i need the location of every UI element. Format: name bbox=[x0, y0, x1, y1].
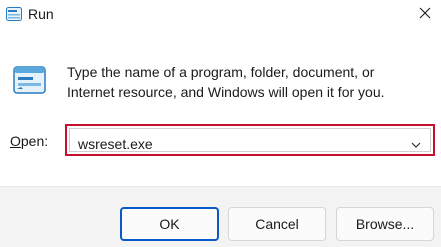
title-bar[interactable]: Run bbox=[0, 0, 441, 30]
open-input[interactable]: wsreset.exe bbox=[78, 135, 153, 153]
chevron-down-icon[interactable] bbox=[410, 137, 422, 148]
open-label-rest: pen: bbox=[20, 133, 49, 149]
description-line-1: Type the name of a program, folder, docu… bbox=[67, 64, 375, 80]
ok-button[interactable]: OK bbox=[120, 207, 219, 241]
open-combobox-frame: wsreset.exe bbox=[69, 128, 431, 152]
open-label-accelerator: O bbox=[10, 133, 21, 149]
dialog-description: Type the name of a program, folder, docu… bbox=[67, 62, 427, 102]
open-combobox[interactable]: wsreset.exe bbox=[65, 124, 435, 156]
run-app-icon bbox=[6, 7, 22, 21]
description-line-2: Internet resource, and Windows will open… bbox=[67, 84, 385, 100]
window-title: Run bbox=[28, 6, 54, 22]
close-button[interactable] bbox=[408, 0, 441, 30]
button-bar: OK Cancel Browse... bbox=[0, 186, 441, 247]
browse-button[interactable]: Browse... bbox=[336, 207, 434, 241]
run-dialog: Run Type the name of a program, folder, … bbox=[0, 0, 441, 247]
open-label: Open: bbox=[10, 132, 48, 150]
cancel-button[interactable]: Cancel bbox=[228, 207, 326, 241]
close-icon bbox=[419, 6, 431, 24]
run-dialog-icon bbox=[13, 66, 46, 94]
